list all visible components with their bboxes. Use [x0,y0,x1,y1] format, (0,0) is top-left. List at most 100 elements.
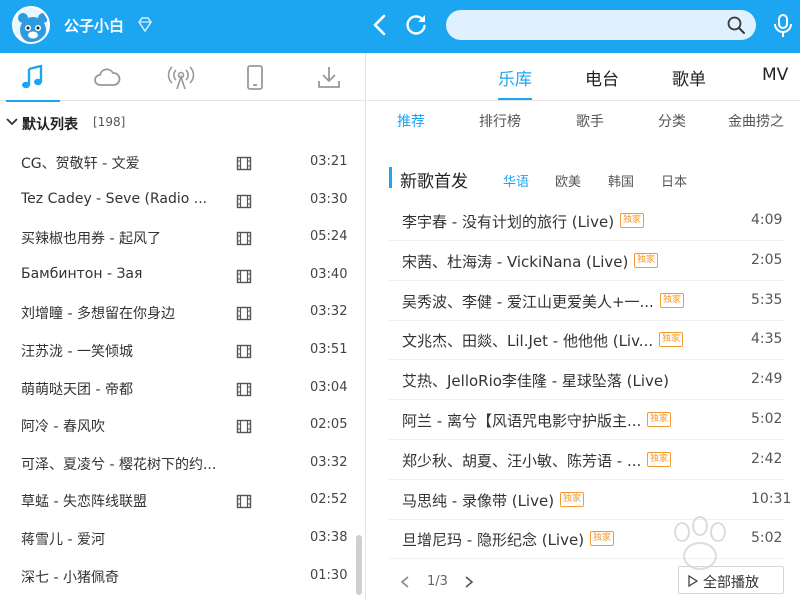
song-title: CG、贺敬轩 - 文爱 [21,156,140,172]
song-row[interactable]: 汪苏泷 - 一笑倾城 03:51 [0,333,352,370]
song-duration: 01:30 [310,567,348,583]
subtab-charts[interactable]: 排行榜 [479,111,521,131]
film-mv-icon[interactable] [236,269,252,284]
film-mv-icon[interactable] [236,156,252,171]
exclusive-badge: 独家 [647,451,672,467]
tab-download[interactable] [314,63,344,93]
new-song-row[interactable]: 吴秀波、李健 - 爱江山更爱美人+一... 独家 5:35 [389,281,785,321]
film-mv-icon[interactable] [236,306,252,321]
song-row[interactable]: 阿冷 - 春风吹 02:05 [0,408,352,445]
film-mv-icon[interactable] [236,194,252,209]
exclusive-badge: 独家 [620,213,645,228]
tab-radio-station[interactable]: 电台 [585,65,619,90]
new-song-duration: 5:02 [751,411,783,427]
tab-cloud[interactable] [92,63,122,93]
chevron-left-icon[interactable] [399,575,411,589]
chevron-right-icon[interactable] [463,575,475,589]
exclusive-badge: 独家 [560,491,585,507]
back-arrow-icon[interactable] [368,12,392,38]
section-accent-bar [389,167,392,188]
song-duration: 05:24 [310,229,348,245]
tab-radio[interactable] [166,63,196,93]
refresh-icon[interactable] [403,12,429,38]
microphone-icon[interactable] [772,12,794,40]
new-song-duration: 10:31 [751,490,792,507]
section-title: 新歌首发 [400,172,468,192]
song-title: 买辣椒也用券 - 起风了 [21,231,161,248]
scrollbar-thumb[interactable] [356,535,362,595]
playlist-title: 默认列表 [22,117,78,133]
chevron-down-icon[interactable] [6,117,18,127]
new-song-title: 阿兰 - 离兮【风语咒电影守护版主... [402,412,642,430]
song-row[interactable]: CG、贺敬轩 - 文爱 03:21 [0,145,352,182]
film-mv-icon[interactable] [236,382,252,397]
exclusive-badge: 独家 [590,531,615,547]
avatar-bear-icon [18,13,48,42]
song-duration: 03:38 [310,530,348,545]
subtab-recommend[interactable]: 推荐 [397,111,425,131]
song-row[interactable]: 深七 - 小猪佩奇 01:30 [0,559,352,596]
new-song-duration: 5:35 [751,291,783,308]
song-duration: 02:05 [310,417,348,433]
song-row[interactable]: 买辣椒也用券 - 起风了 05:24 [0,220,352,257]
song-title: 阿冷 - 春风吹 [21,419,105,436]
new-song-row[interactable]: 阿兰 - 离兮【风语咒电影守护版主... 独家 5:02 [389,400,785,440]
song-row[interactable]: Tez Cadey - Seve (Radio ... 03:30 [0,183,352,220]
tab-my-music[interactable] [6,63,60,102]
tab-device[interactable] [240,63,270,93]
username[interactable]: 公子小白 [64,15,124,36]
music-note-icon [22,64,43,89]
tab-library[interactable]: 乐库 [498,65,532,100]
song-title: 草蜢 - 失恋阵线联盟 [21,494,147,511]
new-song-row[interactable]: 艾热、JelloRio李佳隆 - 星球坠落 (Live) 2:49 [389,360,785,401]
new-song-duration: 2:42 [751,450,783,467]
left-tab-bar [0,53,366,102]
lang-tab-japanese[interactable]: 日本 [661,171,687,190]
song-duration: 03:32 [310,454,348,470]
tab-mv[interactable]: MV [762,65,788,85]
song-row[interactable]: 刘增瞳 - 多想留在你身边 03:32 [0,295,352,332]
song-title: Бамбинтон - Зая [21,265,143,282]
song-duration: 03:30 [310,191,348,207]
lang-tab-korean[interactable]: 韩国 [608,171,634,190]
search-box[interactable] [446,10,756,40]
new-song-title: 文兆杰、田燚、Lil.Jet - 他他他 (Liv... [402,332,654,351]
song-row[interactable]: 草蜢 - 失恋阵线联盟 02:52 [0,483,352,520]
song-title: 刘增瞳 - 多想留在你身边 [21,306,175,323]
subtab-golden-hits[interactable]: 金曲捞之 [728,111,784,131]
playlist-header[interactable]: 默认列表 [198] [0,101,366,145]
song-duration: 03:21 [310,154,348,169]
new-song-row[interactable]: 宋茜、杜海涛 - VickiNana (Live) 独家 2:05 [389,241,785,281]
film-mv-icon[interactable] [236,344,252,359]
search-icon[interactable] [726,15,746,35]
new-song-duration: 4:09 [751,212,783,228]
song-title: Tez Cadey - Seve (Radio ... [21,190,208,207]
new-song-duration: 4:35 [751,331,783,348]
new-song-row[interactable]: 文兆杰、田燚、Lil.Jet - 他他他 (Liv... 独家 4:35 [389,320,785,361]
lang-tab-chinese[interactable]: 华语 [503,171,529,190]
song-title: 萌萌哒天团 - 帝都 [21,381,133,398]
film-mv-icon[interactable] [236,231,252,246]
song-row[interactable]: 蒋雪儿 - 爱河 03:38 [0,521,352,558]
song-row[interactable]: Бамбинтон - Зая 03:40 [0,258,352,295]
sub-tab-bar: 推荐 排行榜 歌手 分类 金曲捞之 [367,101,800,139]
lang-tab-western[interactable]: 欧美 [555,171,581,190]
film-mv-icon[interactable] [236,419,252,434]
tab-playlists[interactable]: 歌单 [672,65,706,90]
new-song-row[interactable]: 郑少秋、胡夏、汪小敏、陈芳语 - ... 独家 2:42 [389,440,785,480]
exclusive-badge: 独家 [634,252,659,268]
new-song-title: 旦增尼玛 - 隐形纪念 (Live) [402,531,585,550]
song-row[interactable]: 可泽、夏凌兮 - 樱花树下的约... 03:32 [0,446,352,483]
new-song-title: 吴秀波、李健 - 爱江山更爱美人+一... [402,292,654,311]
subtab-artists[interactable]: 歌手 [576,111,604,131]
song-row[interactable]: 萌萌哒天团 - 帝都 03:04 [0,371,352,408]
search-input[interactable] [460,15,720,35]
song-title: 深七 - 小猪佩奇 [21,569,119,586]
avatar[interactable] [12,6,50,44]
subtab-categories[interactable]: 分类 [658,111,686,131]
film-mv-icon[interactable] [236,494,252,509]
song-duration: 03:32 [310,304,348,320]
diamond-vip-icon[interactable] [136,16,154,34]
song-duration: 03:40 [310,266,348,282]
new-song-row[interactable]: 李宇春 - 没有计划的旅行 (Live) 独家 4:09 [389,201,785,241]
